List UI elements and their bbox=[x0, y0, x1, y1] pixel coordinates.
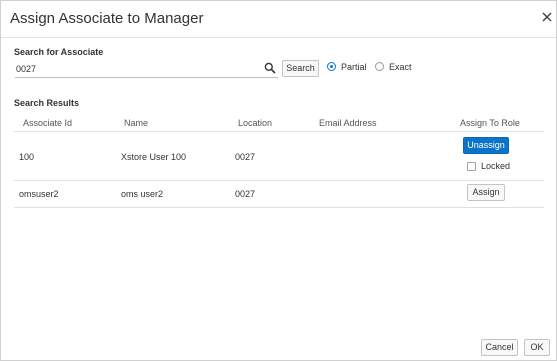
cell-location: 0027 bbox=[235, 189, 256, 199]
search-button[interactable]: Search bbox=[282, 60, 319, 77]
unassign-button[interactable]: Unassign bbox=[463, 137, 509, 154]
dialog-title: Assign Associate to Manager bbox=[10, 10, 204, 27]
locked-checkbox-label: Locked bbox=[481, 161, 511, 171]
column-header-assign-to-role: Assign To Role bbox=[460, 118, 520, 128]
locked-checkbox[interactable] bbox=[467, 162, 476, 171]
cell-name: oms user2 bbox=[121, 189, 164, 199]
exact-radio-label: Exact bbox=[389, 62, 412, 72]
exact-radio[interactable] bbox=[375, 62, 384, 71]
table-divider bbox=[14, 207, 544, 208]
associate-search-input[interactable] bbox=[15, 61, 278, 78]
search-section-label: Search for Associate bbox=[14, 47, 104, 57]
cell-location: 0027 bbox=[235, 152, 256, 162]
dialog-titlebar: Assign Associate to Manager bbox=[1, 1, 556, 38]
table-divider bbox=[14, 180, 544, 181]
cell-associate-id: omsuser2 bbox=[19, 189, 59, 199]
partial-radio[interactable] bbox=[327, 62, 336, 71]
close-icon[interactable] bbox=[540, 10, 554, 24]
column-header-name: Name bbox=[124, 118, 149, 128]
column-header-email: Email Address bbox=[319, 118, 377, 128]
assign-associate-dialog: Assign Associate to Manager Search for A… bbox=[0, 0, 557, 361]
search-icon[interactable] bbox=[264, 61, 276, 74]
cell-name: Xstore User 100 bbox=[121, 152, 187, 162]
partial-radio-label: Partial bbox=[341, 62, 367, 72]
cancel-button[interactable]: Cancel bbox=[481, 339, 518, 356]
assign-button[interactable]: Assign bbox=[467, 184, 505, 201]
cell-associate-id: 100 bbox=[19, 152, 35, 162]
column-header-location: Location bbox=[238, 118, 273, 128]
ok-button[interactable]: OK bbox=[524, 339, 550, 356]
results-section-label: Search Results bbox=[14, 98, 80, 108]
table-divider bbox=[14, 131, 544, 132]
column-header-associate-id: Associate Id bbox=[23, 118, 73, 128]
